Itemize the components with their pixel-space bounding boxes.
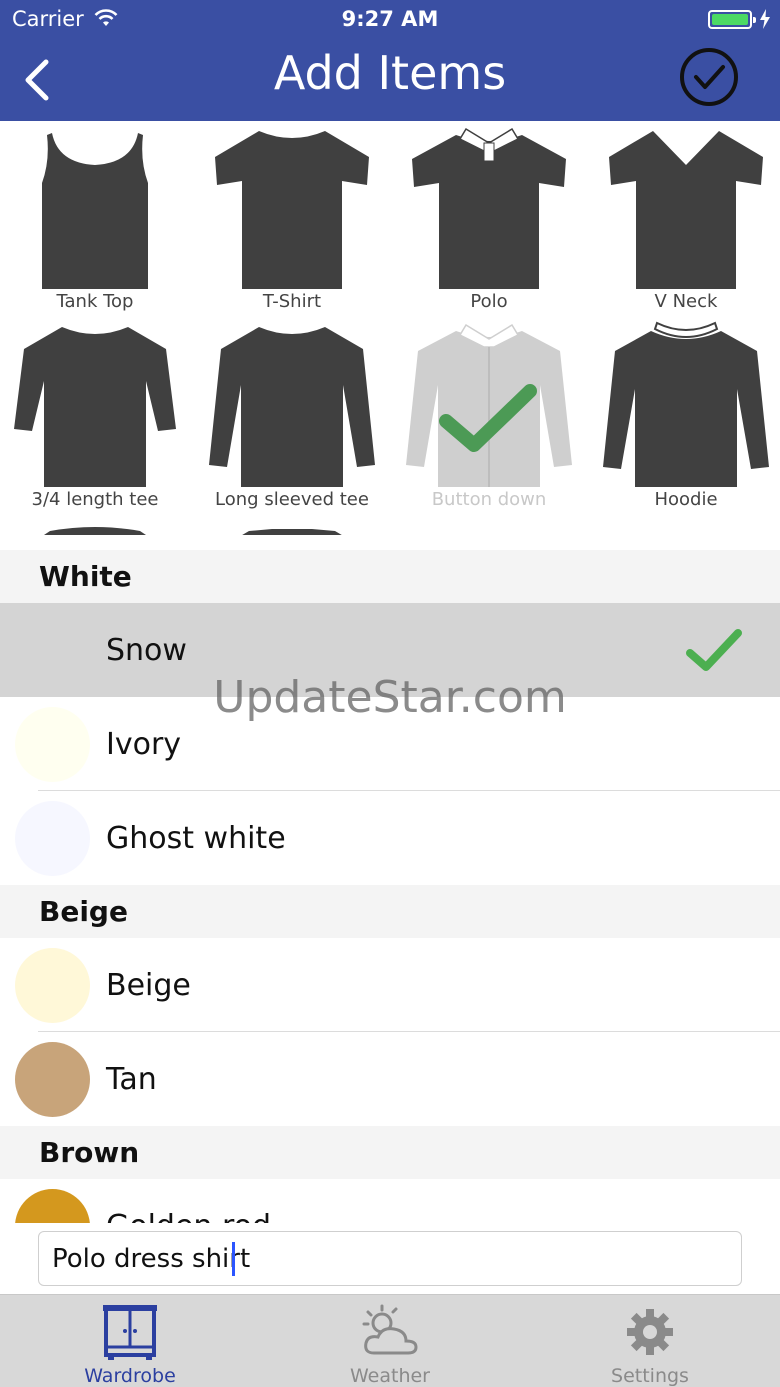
- tab-bar: Wardrobe Weather Settings: [0, 1294, 780, 1387]
- tshirt-icon: [215, 131, 369, 289]
- tab-label: Weather: [350, 1365, 430, 1387]
- color-row-tan[interactable]: Tan: [0, 1032, 780, 1126]
- garment-item-tshirt[interactable]: T-Shirt: [197, 121, 387, 319]
- text-caret: [232, 1242, 235, 1276]
- charging-icon: [760, 9, 770, 29]
- weather-icon: [362, 1304, 418, 1355]
- garment-item-tank-top[interactable]: Tank Top: [0, 121, 190, 319]
- item-name-input[interactable]: [38, 1231, 742, 1286]
- long-sleeve-tee-icon: [209, 327, 375, 487]
- garment-partial-icon: [44, 527, 146, 535]
- garment-item-hoodie[interactable]: Hoodie: [591, 319, 780, 517]
- color-name: Tan: [106, 1061, 157, 1097]
- section-header-white: White: [0, 550, 780, 603]
- section-header-brown: Brown: [0, 1126, 780, 1179]
- three-quarter-tee-icon: [14, 327, 176, 487]
- vneck-icon: [609, 131, 763, 289]
- color-row-golden-rod[interactable]: Golden rod: [0, 1179, 780, 1223]
- tab-weather[interactable]: Weather: [260, 1295, 520, 1387]
- tab-wardrobe[interactable]: Wardrobe: [0, 1295, 260, 1387]
- wardrobe-icon: [103, 1305, 157, 1360]
- tab-settings[interactable]: Settings: [520, 1295, 780, 1387]
- color-list[interactable]: White Snow Ivory Ghost white Beige Beige…: [0, 550, 780, 1223]
- hoodie-icon: [603, 321, 769, 487]
- color-row-snow[interactable]: Snow: [0, 603, 780, 697]
- garment-item-three-quarter-tee[interactable]: 3/4 length tee: [0, 319, 190, 517]
- color-swatch: [15, 707, 90, 782]
- garment-label: Tank Top: [56, 291, 134, 312]
- tab-label: Settings: [611, 1365, 689, 1387]
- garment-partial-icon: [242, 529, 342, 535]
- status-time: 9:27 AM: [341, 7, 439, 31]
- done-check-button[interactable]: [679, 47, 739, 107]
- garment-label: Long sleeved tee: [215, 489, 369, 510]
- gear-icon: [627, 1309, 673, 1355]
- tank-top-icon: [42, 133, 148, 289]
- color-name: Ghost white: [106, 820, 286, 856]
- check-icon: [686, 629, 742, 671]
- garment-label: Polo: [470, 291, 508, 312]
- color-name: Golden rod: [106, 1179, 271, 1224]
- input-bar: [0, 1223, 780, 1294]
- color-name: Snow: [106, 632, 187, 668]
- garment-item-polo[interactable]: Polo: [394, 121, 584, 319]
- nav-header: Carrier 9:27 AM Add Items: [0, 0, 780, 121]
- color-row-beige[interactable]: Beige: [0, 938, 780, 1032]
- garment-item-vneck[interactable]: V Neck: [591, 121, 780, 319]
- section-header-beige: Beige: [0, 885, 780, 938]
- garment-label: 3/4 length tee: [31, 489, 159, 510]
- tab-label: Wardrobe: [84, 1365, 176, 1387]
- garment-item-button-down[interactable]: Button down: [394, 319, 584, 517]
- color-name: Beige: [106, 967, 191, 1003]
- polo-icon: [412, 127, 566, 289]
- garment-label: Button down: [431, 489, 547, 510]
- color-swatch: [15, 801, 90, 876]
- color-row-ghost-white[interactable]: Ghost white: [0, 791, 780, 885]
- color-swatch: [15, 948, 90, 1023]
- status-bar: Carrier 9:27 AM: [0, 0, 780, 40]
- color-swatch: [15, 1189, 90, 1223]
- garment-item-long-sleeve-tee[interactable]: Long sleeved tee: [197, 319, 387, 517]
- selected-check-icon: [439, 384, 537, 452]
- battery-icon: [708, 10, 756, 29]
- garment-label: Hoodie: [654, 489, 718, 510]
- garment-label: V Neck: [654, 291, 718, 312]
- color-row-ivory[interactable]: Ivory: [0, 697, 780, 791]
- garment-label: T-Shirt: [262, 291, 322, 312]
- color-name: Ivory: [106, 726, 182, 762]
- garment-grid: Tank Top T-Shirt Polo V Neck 3/4 length …: [0, 121, 780, 535]
- page-title: Add Items: [273, 46, 507, 100]
- color-swatch: [15, 1042, 90, 1117]
